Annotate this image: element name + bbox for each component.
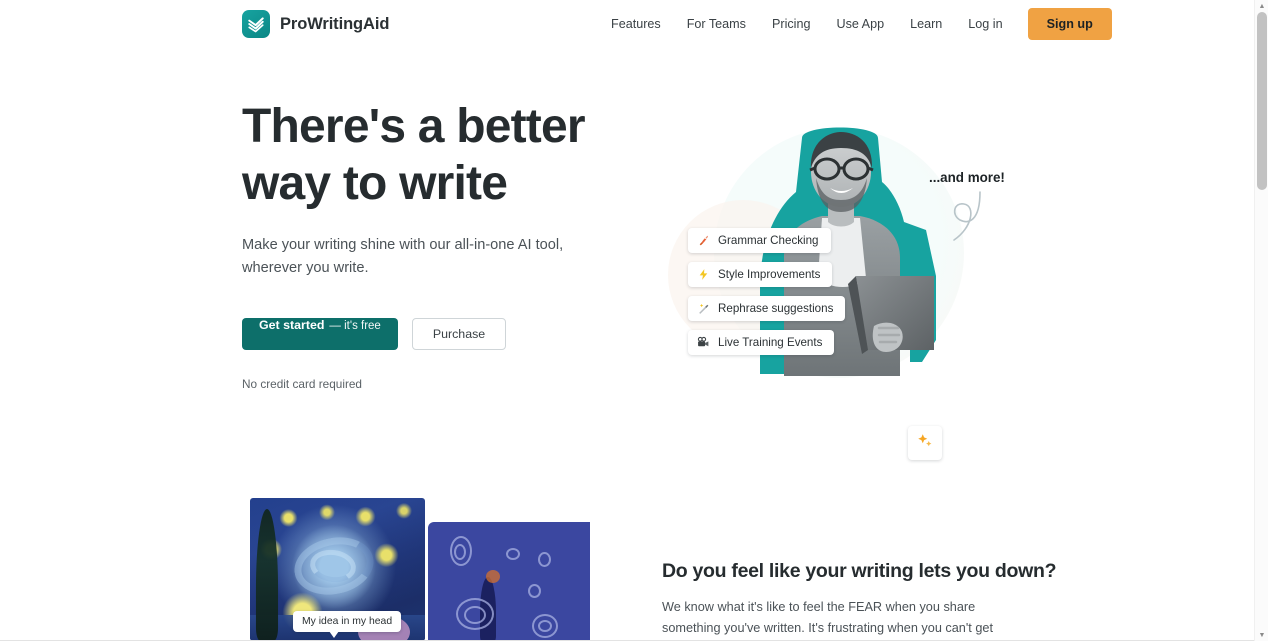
feature-chip-grammar-checking[interactable]: Grammar Checking (688, 228, 831, 253)
scroll-down-arrow-icon[interactable]: ▼ (1255, 629, 1268, 641)
hero-illustration: Grammar Checking Style Improvements Reph… (660, 108, 1010, 460)
curly-pointer-line (953, 191, 981, 241)
sparkle-badge (908, 426, 942, 460)
doodle-shape (528, 584, 541, 598)
feature-chip-label: Live Training Events (718, 336, 823, 349)
hero-title: There's a better way to write (242, 98, 602, 212)
doodle-shape (454, 544, 466, 560)
doodle-shape (538, 552, 551, 567)
artwork-comparison: My idea in my head (250, 498, 590, 641)
hero-title-line-1: There's a better (242, 100, 586, 153)
hero-subtitle: Make your writing shine with our all-in-… (242, 237, 564, 276)
writing-lets-you-down-section: Do you feel like your writing lets you d… (662, 560, 1057, 641)
feature-chip-label: Grammar Checking (718, 234, 819, 247)
vertical-scrollbar[interactable]: ▲ ▼ (1254, 0, 1268, 641)
sparkles-icon (916, 432, 934, 455)
main-navigation: Features For Teams Pricing Use App Learn… (598, 8, 1112, 40)
feature-chip-label: Rephrase suggestions (718, 302, 834, 315)
nav-item-for-teams[interactable]: For Teams (674, 9, 759, 39)
brand-logo-link[interactable]: ProWritingAid (242, 10, 389, 38)
feature-chip-style-improvements[interactable]: Style Improvements (688, 262, 833, 287)
feature-chip-list: Grammar Checking Style Improvements Reph… (688, 228, 846, 355)
browser-viewport: ProWritingAid Features For Teams Pricing… (0, 0, 1268, 641)
doodle-swirl (538, 620, 552, 632)
nav-item-use-app[interactable]: Use App (823, 9, 897, 39)
section-title: Do you feel like your writing lets you d… (662, 560, 1057, 582)
hero-title-line-2: way to write (242, 157, 508, 210)
nav-item-log-in[interactable]: Log in (955, 9, 1015, 39)
sign-up-button[interactable]: Sign up (1027, 8, 1112, 40)
feature-chip-label: Style Improvements (718, 268, 821, 281)
feature-chip-live-training-events[interactable]: Live Training Events (688, 330, 835, 355)
vertical-scrollbar-thumb[interactable] (1257, 12, 1267, 190)
doodle-sun (486, 570, 500, 583)
idea-caption-bubble: My idea in my head (293, 611, 402, 638)
nav-item-features[interactable]: Features (598, 9, 674, 39)
doodle-swirl (464, 606, 486, 624)
nav-item-learn[interactable]: Learn (897, 9, 955, 39)
doodle-artwork-image (428, 522, 590, 641)
hero-section: There's a better way to write Make your … (242, 98, 602, 391)
scroll-up-arrow-icon[interactable]: ▲ (1255, 0, 1268, 12)
section-body: We know what it's like to feel the FEAR … (662, 600, 993, 635)
starry-cypress (255, 509, 279, 641)
get-started-suffix: — it's free (329, 320, 381, 332)
site-header: ProWritingAid Features For Teams Pricing… (0, 0, 1254, 48)
doodle-shape (506, 548, 520, 560)
lightning-bolt-icon (697, 268, 710, 281)
feature-chip-rephrase-suggestions[interactable]: Rephrase suggestions (688, 296, 846, 321)
movie-camera-icon (697, 336, 710, 349)
page-content: ProWritingAid Features For Teams Pricing… (0, 0, 1254, 641)
magic-wand-icon (697, 302, 710, 315)
get-started-label: Get started (259, 318, 325, 332)
nav-item-pricing[interactable]: Pricing (759, 9, 824, 39)
prowritingaid-book-logo-icon (242, 10, 270, 38)
hero-button-group: Get started — it's free Purchase (242, 318, 602, 350)
purchase-button[interactable]: Purchase (411, 318, 507, 350)
get-started-button[interactable]: Get started — it's free (242, 318, 398, 350)
and-more-label: ...and more! (929, 170, 1005, 185)
no-credit-card-note: No credit card required (242, 377, 362, 391)
brand-name: ProWritingAid (280, 14, 390, 33)
rocket-icon (697, 234, 710, 247)
